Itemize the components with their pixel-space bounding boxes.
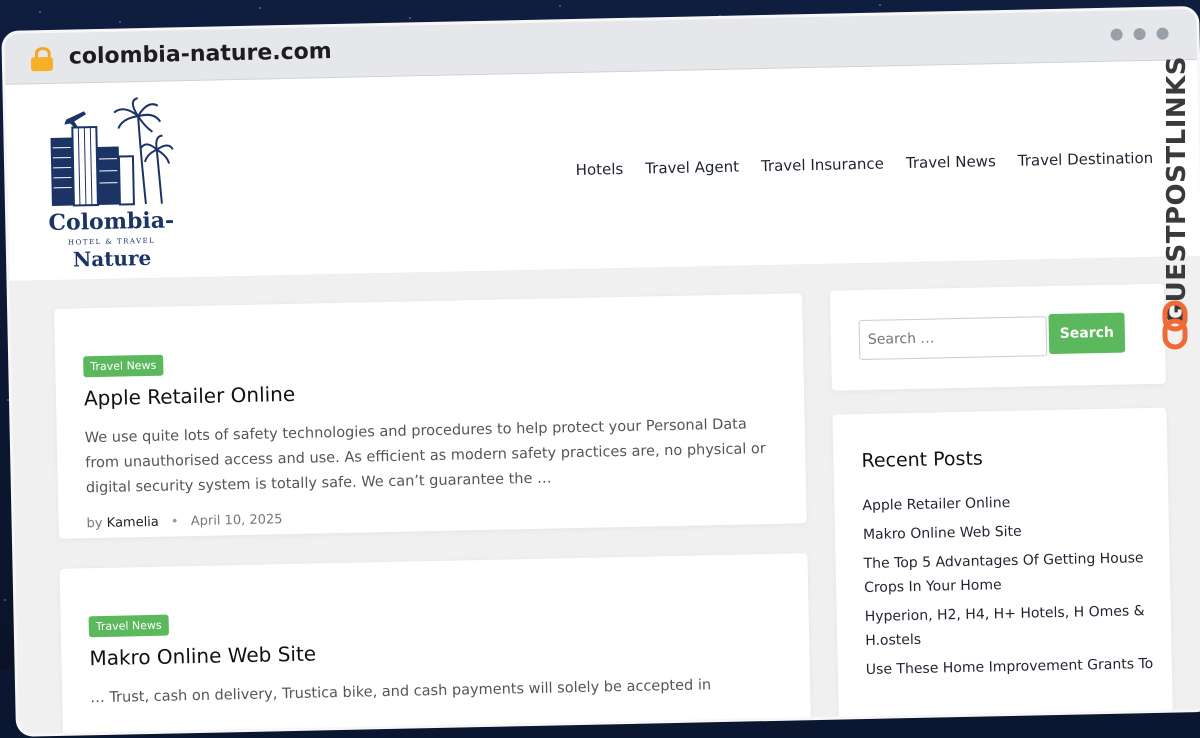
category-badge[interactable]: Travel News — [83, 355, 163, 378]
window-controls — [1110, 28, 1168, 41]
post-author[interactable]: Kamelia — [107, 515, 159, 531]
url-text[interactable]: colombia-nature.com — [69, 39, 332, 70]
post-excerpt: … Trust, cash on delivery, Trustica bike… — [90, 672, 790, 712]
post-excerpt: We use quite lots of safety technologies… — [85, 412, 786, 502]
link-chain-icon — [1160, 300, 1190, 350]
site-header: Colombia- HOTEL & TRAVEL Nature Hotels T… — [5, 60, 1200, 282]
nav-item-travel-insurance[interactable]: Travel Insurance — [761, 155, 884, 176]
watermark-text: GUESTPOSTLINKS — [1162, 56, 1192, 324]
main-navigation: Hotels Travel Agent Travel Insurance Tra… — [576, 149, 1154, 179]
nav-item-travel-agent[interactable]: Travel Agent — [645, 158, 739, 178]
recent-post-link[interactable]: The Top 5 Advantages Of Getting House Cr… — [863, 546, 1154, 600]
site-logo[interactable]: Colombia- HOTEL & TRAVEL Nature — [44, 95, 178, 268]
meta-separator: • — [171, 514, 179, 529]
recent-post-link[interactable]: Hyperion, H2, H4, H+ Hotels, H Omes & H.… — [864, 599, 1155, 653]
post-date[interactable]: April 10, 2025 — [191, 512, 283, 529]
search-button[interactable]: Search — [1048, 313, 1125, 355]
browser-window: colombia-nature.com — [0, 0, 1200, 738]
recent-posts-widget: Recent Posts Apple Retailer Online Makro… — [832, 408, 1173, 734]
recent-post-link[interactable]: Apple Retailer Online — [862, 488, 1152, 518]
post-title[interactable]: Apple Retailer Online — [84, 382, 296, 410]
post-card: Travel News Apple Retailer Online We use… — [54, 293, 807, 539]
nav-item-travel-news[interactable]: Travel News — [906, 152, 996, 172]
recent-posts-list: Apple Retailer Online Makro Online Web S… — [862, 488, 1156, 687]
post-card: Travel News Makro Online Web Site … Trus… — [60, 553, 812, 734]
search-widget: Search — [830, 284, 1166, 391]
nav-item-travel-destination[interactable]: Travel Destination — [1018, 149, 1154, 170]
browser-frame: colombia-nature.com — [4, 9, 1200, 734]
logo-emblem-icon — [44, 95, 176, 210]
widget-title: Recent Posts — [861, 448, 983, 473]
category-badge[interactable]: Travel News — [89, 615, 169, 638]
logo-title-line2: Nature — [47, 245, 177, 272]
window-dot-icon[interactable] — [1156, 28, 1168, 40]
search-input[interactable] — [859, 316, 1048, 360]
post-title[interactable]: Makro Online Web Site — [89, 642, 316, 671]
recent-post-link[interactable]: Makro Online Web Site — [863, 517, 1153, 547]
window-dot-icon[interactable] — [1110, 28, 1122, 40]
post-meta: by Kamelia • April 10, 2025 — [86, 512, 282, 531]
guestpostlinks-watermark: GUESTPOSTLINKS — [1158, 56, 1194, 356]
main-content: Travel News Apple Retailer Online We use… — [10, 257, 1200, 734]
window-dot-icon[interactable] — [1133, 28, 1145, 40]
lock-icon — [31, 47, 53, 69]
logo-title-line1: Colombia- — [46, 207, 177, 236]
byline-prefix: by — [86, 516, 102, 531]
recent-post-link[interactable]: Use These Home Improvement Grants To — [866, 652, 1156, 682]
nav-item-hotels[interactable]: Hotels — [576, 160, 624, 179]
